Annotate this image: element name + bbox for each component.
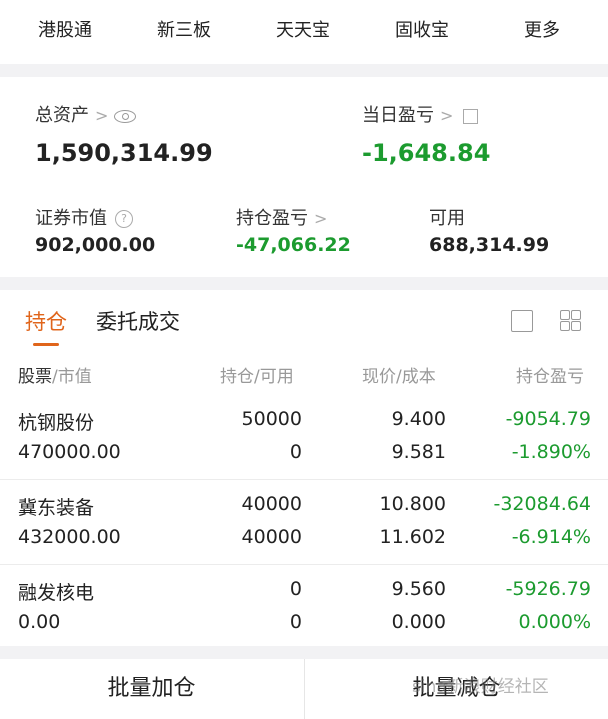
tab-orders-trades[interactable]: 委托成交 [96,306,180,336]
stock-name: 冀东装备 [18,497,95,519]
shortcut-label: 港股通 [38,20,92,41]
position-pl-pct: -6.914% [511,526,591,548]
chevron-right-icon: > [95,106,109,125]
column-header-main: 现价 [362,367,396,387]
shortcut-tiantianbao[interactable]: 天天宝 [248,0,358,64]
share-icon[interactable] [463,108,479,124]
total-assets-value: 1,590,314.99 [35,139,213,167]
eye-icon[interactable] [114,109,137,123]
column-header-stock[interactable]: 股票/市值 [18,362,92,387]
shortcut-label: 更多 [524,20,560,41]
market-value: 470000.00 [18,441,121,463]
position-pl-label: 持仓盈亏 [236,208,308,229]
holdings-panel: 持仓 委托成交 股票/市值 持仓/可用 现价/成本 持仓盈亏 杭钢股份 4700… [0,290,608,646]
column-header-pl[interactable]: 持仓盈亏 [516,362,584,387]
position-pl: -9054.79 [505,408,591,430]
column-header-sub: /成本 [396,367,436,387]
shortcut-gushoubao[interactable]: 固收宝 [367,0,477,64]
market-value: 432000.00 [18,526,121,548]
daily-pl-label: 当日盈亏 [362,105,434,126]
batch-add-button[interactable]: 批量加仓 [0,659,303,719]
help-icon[interactable]: ? [115,210,133,228]
securities-value-label: 证券市值 [35,208,107,229]
position-pl: -32084.64 [493,493,591,515]
available-funds-value: 688,314.99 [429,234,550,256]
chevron-right-icon: > [440,106,454,125]
position-pl-pct: 0.000% [518,611,591,633]
grid-view-icon[interactable] [560,310,581,331]
table-row[interactable]: 融发核电 0.00 0 0 9.560 0.000 -5926.79 0.000… [0,565,608,651]
export-icon[interactable] [511,310,533,332]
column-header-main: 持仓盈亏 [516,367,584,387]
current-price: 9.400 [391,408,446,430]
current-price: 10.800 [379,493,446,515]
column-header-position[interactable]: 持仓/可用 [220,362,294,387]
stock-name: 杭钢股份 [18,412,95,434]
shortcut-neeq[interactable]: 新三板 [129,0,239,64]
position-qty: 50000 [241,408,302,430]
table-row[interactable]: 杭钢股份 470000.00 50000 0 9.400 9.581 -9054… [0,394,608,480]
daily-pl-link[interactable]: 当日盈亏 > [362,101,479,127]
securities-value: 902,000.00 [35,234,156,256]
column-header-main: 股票 [18,367,52,387]
column-header-sub: /可用 [254,367,294,387]
shortcut-bar: 港股通 新三板 天天宝 固收宝 更多 [0,0,608,64]
position-pl-pct: -1.890% [511,441,591,463]
total-assets-label: 总资产 [35,105,89,126]
holdings-tabs: 持仓 委托成交 [0,290,608,348]
available-funds-label: 可用 [429,208,465,229]
current-price: 9.560 [391,578,446,600]
position-pl-value: -47,066.22 [236,234,351,256]
chevron-right-icon: > [314,209,328,228]
app-screen: 港股通 新三板 天天宝 固收宝 更多 总资产 > 1,590,314.99 当日盈… [0,0,608,719]
column-header-sub: /市值 [52,367,92,387]
available-qty: 40000 [241,526,302,548]
position-qty: 0 [289,578,302,600]
shortcut-label: 天天宝 [276,20,330,41]
cost-price: 11.602 [379,526,446,548]
market-value: 0.00 [18,611,61,633]
position-qty: 40000 [241,493,302,515]
shortcut-label: 固收宝 [395,20,449,41]
column-header-price[interactable]: 现价/成本 [362,362,436,387]
total-assets-link[interactable]: 总资产 > [35,101,137,127]
cost-price: 9.581 [391,441,446,463]
column-header-main: 持仓 [220,367,254,387]
table-row[interactable]: 冀东装备 432000.00 40000 40000 10.800 11.602… [0,480,608,566]
assets-summary: 总资产 > 1,590,314.99 当日盈亏 > -1,648.84 证券市值? … [0,77,608,277]
available-qty: 0 [289,611,302,633]
cost-price: 0.000 [391,611,446,633]
watermark: sina新浪财经社区 [412,677,549,697]
tab-positions[interactable]: 持仓 [25,306,67,336]
shortcut-label: 新三板 [157,20,211,41]
position-pl: -5926.79 [505,578,591,600]
shortcut-more[interactable]: 更多 [487,0,597,64]
available-qty: 0 [289,441,302,463]
active-tab-indicator [33,343,59,346]
position-pl-link[interactable]: 持仓盈亏 > [236,204,327,230]
shortcut-hk-connect[interactable]: 港股通 [10,0,120,64]
stock-name: 融发核电 [18,582,95,604]
daily-pl-value: -1,648.84 [362,139,491,167]
securities-value-item: 证券市值? [35,204,133,230]
